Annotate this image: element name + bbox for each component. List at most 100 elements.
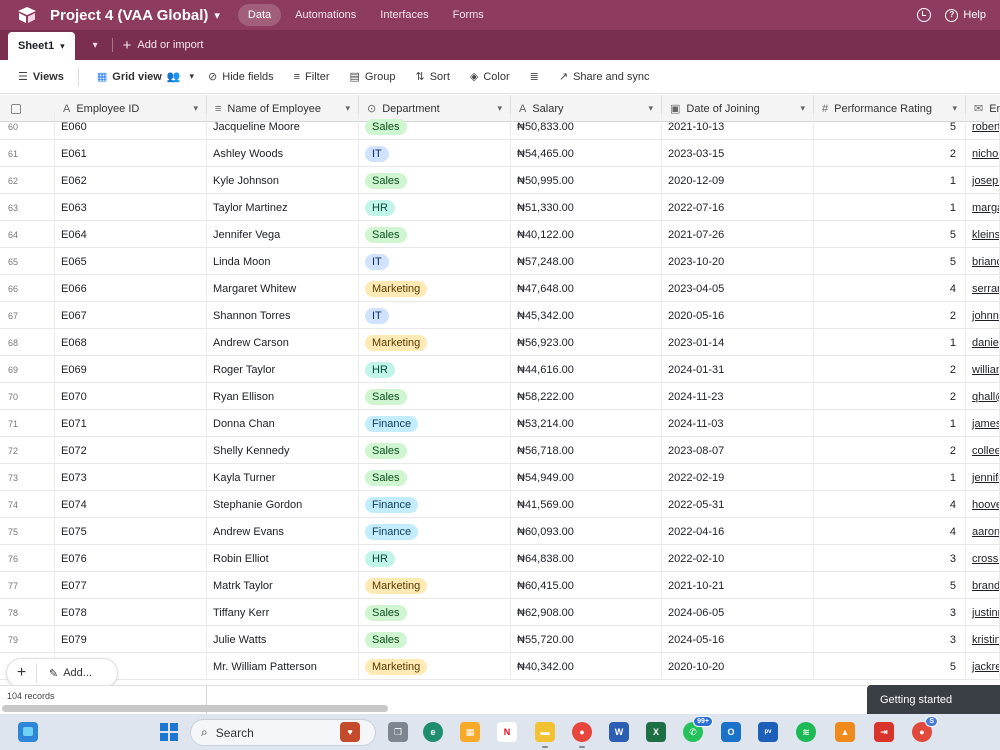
game-icon[interactable]: ♥: [340, 722, 360, 742]
cell-department[interactable]: Sales: [359, 464, 511, 491]
cell-department[interactable]: Marketing: [359, 275, 511, 302]
outlook-icon[interactable]: O: [721, 722, 741, 742]
cell-name[interactable]: Kyle Johnson: [207, 167, 359, 194]
cell-date-of-joining[interactable]: 2024-01-31: [662, 356, 814, 383]
cell-date-of-joining[interactable]: 2022-04-16: [662, 518, 814, 545]
cell-email[interactable]: kristin: [966, 626, 1000, 653]
edge-browser-icon[interactable]: e: [423, 722, 443, 742]
cell-performance-rating[interactable]: 1: [814, 167, 966, 194]
cell-name[interactable]: Shannon Torres: [207, 302, 359, 329]
cell-email[interactable]: johnny: [966, 302, 1000, 329]
cell-performance-rating[interactable]: 5: [814, 113, 966, 140]
cell-performance-rating[interactable]: 4: [814, 518, 966, 545]
cell-date-of-joining[interactable]: 2023-04-05: [662, 275, 814, 302]
cell-department[interactable]: HR: [359, 194, 511, 221]
cell-employee-id[interactable]: E075: [55, 518, 207, 545]
prime-video-icon[interactable]: pv: [758, 722, 778, 742]
cell-employee-id[interactable]: E079: [55, 626, 207, 653]
cell-performance-rating[interactable]: 5: [814, 248, 966, 275]
cell-name[interactable]: Robin Elliot: [207, 545, 359, 572]
cell-employee-id[interactable]: E061: [55, 140, 207, 167]
table-row[interactable]: 73 E073 Kayla Turner Sales ₦54,949.00 2022-02…: [0, 464, 1000, 491]
row-height-button[interactable]: ≣: [530, 70, 539, 83]
cell-employee-id[interactable]: E072: [55, 437, 207, 464]
cell-department[interactable]: Sales: [359, 599, 511, 626]
cell-salary[interactable]: ₦64,838.00: [511, 545, 662, 572]
cell-email[interactable]: collee: [966, 437, 1000, 464]
cell-name[interactable]: Taylor Martinez: [207, 194, 359, 221]
cell-date-of-joining[interactable]: 2020-12-09: [662, 167, 814, 194]
cell-date-of-joining[interactable]: 2021-07-26: [662, 221, 814, 248]
cell-email[interactable]: marga: [966, 194, 1000, 221]
chevron-down-icon[interactable]: ▾: [60, 41, 65, 52]
table-row[interactable]: 67 E067 Shannon Torres IT ₦45,342.00 2020-05-…: [0, 302, 1000, 329]
spotify-icon[interactable]: ≋: [796, 722, 816, 742]
table-row[interactable]: 79 E079 Julie Watts Sales ₦55,720.00 2024-05-…: [0, 626, 1000, 653]
cell-performance-rating[interactable]: 4: [814, 491, 966, 518]
cell-department[interactable]: Sales: [359, 113, 511, 140]
cell-employee-id[interactable]: E067: [55, 302, 207, 329]
sheet-list-chevron-icon[interactable]: ▾: [93, 30, 98, 60]
cell-name[interactable]: Jacqueline Moore: [207, 113, 359, 140]
cell-name[interactable]: Tiffany Kerr: [207, 599, 359, 626]
table-row[interactable]: 76 E076 Robin Elliot HR ₦64,838.00 2022-02-10…: [0, 545, 1000, 572]
cell-email[interactable]: jackre: [966, 653, 1000, 680]
cell-department[interactable]: Finance: [359, 410, 511, 437]
cell-date-of-joining[interactable]: 2024-11-23: [662, 383, 814, 410]
cell-department[interactable]: IT: [359, 248, 511, 275]
cell-performance-rating[interactable]: 5: [814, 653, 966, 680]
cell-name[interactable]: Jennifer Vega: [207, 221, 359, 248]
cell-salary[interactable]: ₦56,923.00: [511, 329, 662, 356]
cell-employee-id[interactable]: E078: [55, 599, 207, 626]
cell-employee-id[interactable]: E063: [55, 194, 207, 221]
table-row[interactable]: Mr. William Patterson Marketing ₦40,342.00…: [0, 653, 1000, 680]
cell-performance-rating[interactable]: 2: [814, 356, 966, 383]
cell-salary[interactable]: ₦50,833.00: [511, 113, 662, 140]
cell-performance-rating[interactable]: 2: [814, 437, 966, 464]
cell-salary[interactable]: ₦40,342.00: [511, 653, 662, 680]
excel-icon[interactable]: X: [646, 722, 666, 742]
cell-name[interactable]: Shelly Kennedy: [207, 437, 359, 464]
whatsapp-icon[interactable]: ✆ 99+: [683, 716, 713, 742]
cell-date-of-joining[interactable]: 2023-01-14: [662, 329, 814, 356]
cell-name[interactable]: Stephanie Gordon: [207, 491, 359, 518]
windows-start-icon[interactable]: [160, 723, 178, 741]
cell-name[interactable]: Mr. William Patterson: [207, 653, 359, 680]
cell-employee-id[interactable]: E068: [55, 329, 207, 356]
cell-salary[interactable]: ₦41,569.00: [511, 491, 662, 518]
cell-employee-id[interactable]: E071: [55, 410, 207, 437]
horizontal-scrollbar[interactable]: [2, 705, 388, 712]
cell-name[interactable]: Kayla Turner: [207, 464, 359, 491]
cell-salary[interactable]: ₦56,718.00: [511, 437, 662, 464]
cell-performance-rating[interactable]: 1: [814, 329, 966, 356]
table-row[interactable]: 74 E074 Stephanie Gordon Finance ₦41,569.00 2…: [0, 491, 1000, 518]
task-view-icon[interactable]: ❐: [388, 722, 408, 742]
cell-date-of-joining[interactable]: 2021-10-13: [662, 113, 814, 140]
cell-name[interactable]: Margaret Whitew: [207, 275, 359, 302]
cell-name[interactable]: Ryan Ellison: [207, 383, 359, 410]
table-row[interactable]: 66 E066 Margaret Whitew Marketing ₦47,648.00…: [0, 275, 1000, 302]
cell-name[interactable]: Andrew Evans: [207, 518, 359, 545]
cell-department[interactable]: HR: [359, 545, 511, 572]
grid-view-button[interactable]: ▦ Grid view 👥 ▾: [97, 70, 194, 84]
cell-performance-rating[interactable]: 1: [814, 410, 966, 437]
table-row[interactable]: 65 E065 Linda Moon IT ₦57,248.00 2023-10-20 5 b…: [0, 248, 1000, 275]
cell-email[interactable]: serran: [966, 275, 1000, 302]
cell-date-of-joining[interactable]: 2022-07-16: [662, 194, 814, 221]
cell-performance-rating[interactable]: 1: [814, 194, 966, 221]
cell-name[interactable]: Linda Moon: [207, 248, 359, 275]
cell-salary[interactable]: ₦57,248.00: [511, 248, 662, 275]
cell-email[interactable]: james: [966, 410, 1000, 437]
cell-department[interactable]: HR: [359, 356, 511, 383]
table-row[interactable]: 64 E064 Jennifer Vega Sales ₦40,122.00 2021-0…: [0, 221, 1000, 248]
cell-date-of-joining[interactable]: 2023-08-07: [662, 437, 814, 464]
history-icon[interactable]: [917, 8, 932, 22]
cell-employee-id[interactable]: E076: [55, 545, 207, 572]
cell-performance-rating[interactable]: 3: [814, 545, 966, 572]
cell-salary[interactable]: ₦40,122.00: [511, 221, 662, 248]
hide-fields-button[interactable]: ⊘ Hide fields: [208, 70, 274, 84]
cell-date-of-joining[interactable]: 2024-05-16: [662, 626, 814, 653]
filter-button[interactable]: ≡ Filter: [294, 71, 330, 83]
tab-forms[interactable]: Forms: [443, 4, 494, 26]
tab-data[interactable]: Data: [237, 4, 282, 26]
